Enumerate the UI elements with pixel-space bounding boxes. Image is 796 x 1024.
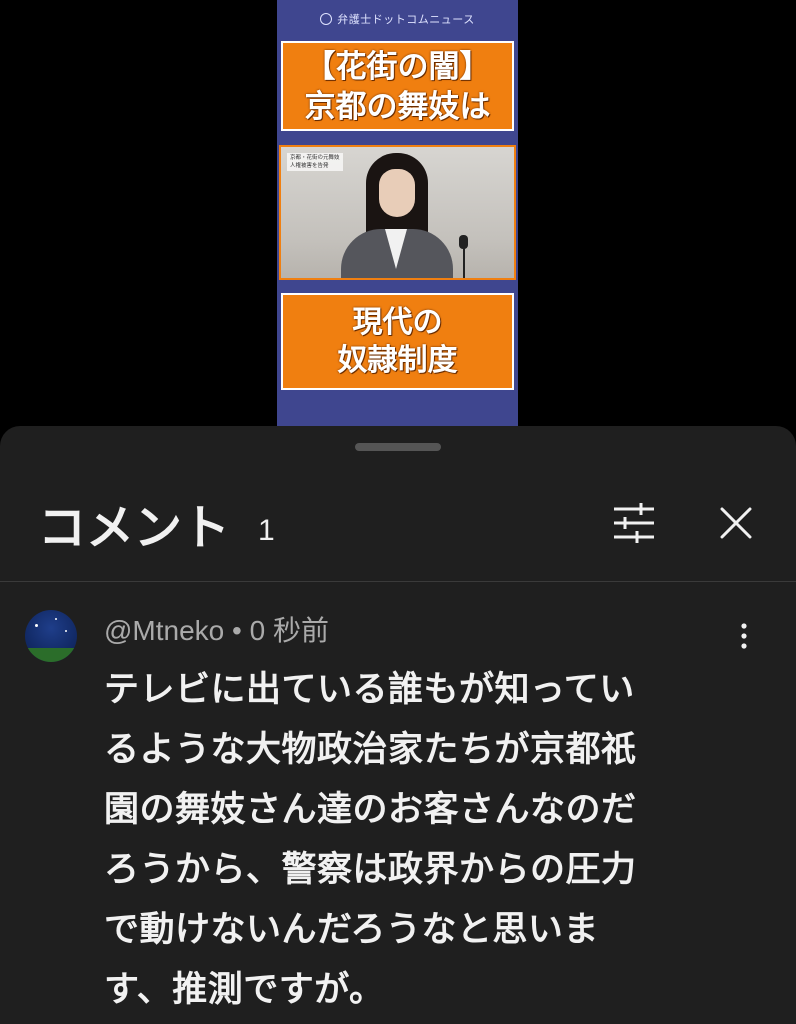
comment-item: @Mtneko • 0 秒前 テレビに出ている誰もが知ってい るような大物政治家… bbox=[0, 596, 796, 1024]
banner-bottom-line2: 奴隷制度 bbox=[337, 343, 458, 378]
comment-timestamp: 0 秒前 bbox=[249, 615, 329, 646]
more-options-button[interactable] bbox=[732, 620, 756, 652]
brand-text: 弁護士ドットコムニュース bbox=[337, 13, 475, 26]
video-banner-bottom: 現代の 奴隷制度 bbox=[281, 293, 514, 390]
comment-text-line: ろうから、警察は政界からの圧力 bbox=[104, 850, 637, 890]
brand-logo-icon bbox=[320, 13, 333, 25]
microphone-stand bbox=[463, 247, 465, 278]
video-banner-top: 【花街の闇】 京都の舞妓は bbox=[281, 41, 514, 131]
comments-count: 1 bbox=[258, 514, 275, 547]
close-button[interactable] bbox=[713, 500, 759, 546]
photo-caption-line2: 人権被害を告発 bbox=[290, 163, 329, 169]
drag-handle[interactable] bbox=[355, 443, 441, 451]
comment-text-line: テレビに出ている誰もが知ってい bbox=[104, 670, 635, 710]
close-icon bbox=[720, 507, 752, 539]
banner-top-line1: 【花街の闇】 bbox=[304, 49, 491, 85]
person-face bbox=[379, 169, 415, 217]
banner-bottom-line1: 現代の bbox=[352, 305, 443, 340]
video-photo: 京都・花街の元舞妓 人権被害を告発 bbox=[279, 145, 516, 280]
photo-caption-line1: 京都・花街の元舞妓 bbox=[290, 155, 340, 161]
comments-sheet: コメント 1 @Mtneko • 0 秒前 テレビに出ている誰もが知ってい るよ… bbox=[0, 426, 796, 1024]
avatar-grass bbox=[25, 648, 77, 662]
filter-button[interactable] bbox=[611, 500, 657, 546]
comment-author[interactable]: @Mtneko bbox=[104, 615, 224, 646]
comment-text-line: す、推測ですが。 bbox=[104, 970, 385, 1010]
comment-text-line: で動けないんだろうなと思いま bbox=[104, 910, 599, 950]
video-frame: 弁護士ドットコムニュース 【花街の闇】 京都の舞妓は 京都・花街の元舞妓 人権被… bbox=[277, 0, 518, 440]
comments-header: コメント 1 bbox=[0, 476, 796, 582]
video-brand: 弁護士ドットコムニュース bbox=[277, 0, 518, 38]
meta-separator: • bbox=[232, 615, 242, 646]
avatar[interactable] bbox=[25, 610, 77, 662]
comment-text: テレビに出ている誰もが知ってい るような大物政治家たちが京都祇 園の舞妓さん達の… bbox=[104, 660, 724, 1020]
video-player[interactable]: 弁護士ドットコムニュース 【花街の闇】 京都の舞妓は 京都・花街の元舞妓 人権被… bbox=[0, 0, 796, 440]
sliders-icon bbox=[614, 503, 654, 543]
comment-text-line: 園の舞妓さん達のお客さんなのだ bbox=[104, 790, 637, 830]
comment-text-line: るような大物政治家たちが京都祇 bbox=[104, 730, 637, 770]
comments-title: コメント bbox=[38, 500, 231, 556]
comment-meta: @Mtneko • 0 秒前 bbox=[104, 614, 329, 648]
more-vert-icon bbox=[741, 623, 747, 649]
photo-caption: 京都・花街の元舞妓 人権被害を告発 bbox=[287, 153, 343, 171]
banner-top-line2: 京都の舞妓は bbox=[304, 89, 491, 125]
